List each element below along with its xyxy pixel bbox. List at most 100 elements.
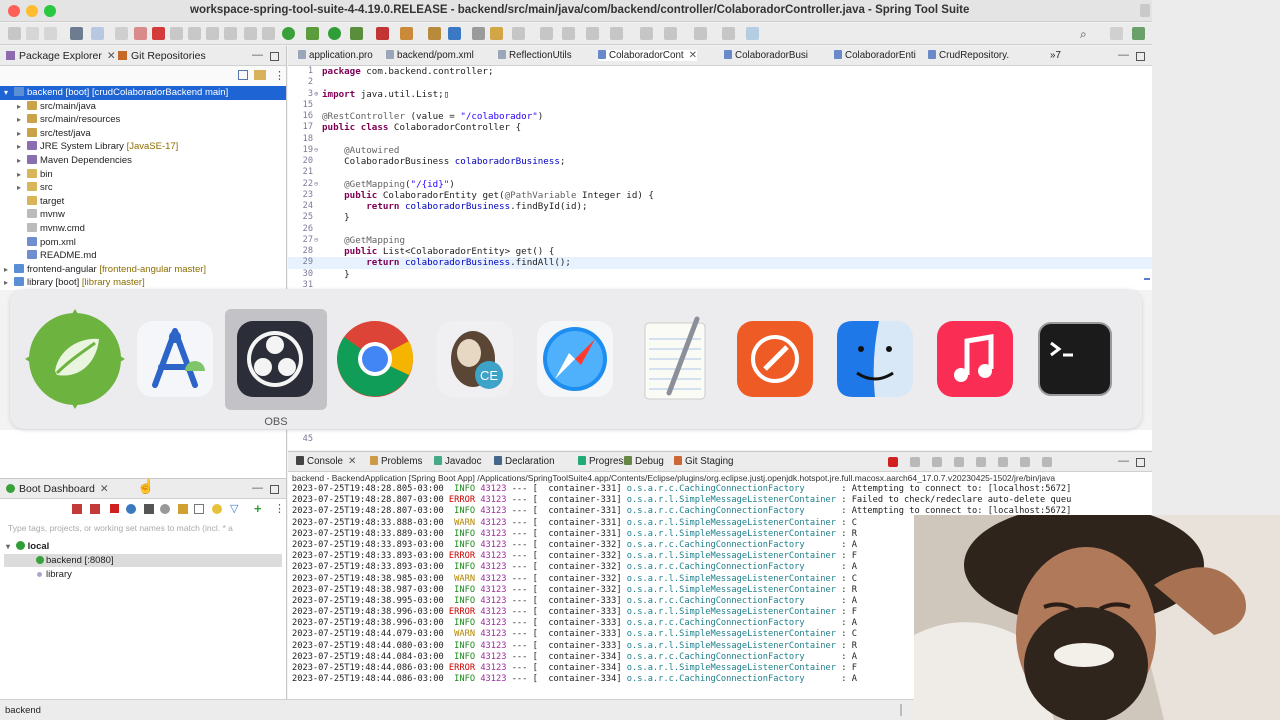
- maximize-view-icon[interactable]: [270, 485, 279, 494]
- restart-debug-icon[interactable]: [90, 504, 100, 514]
- close-icon[interactable]: ✕: [107, 50, 116, 62]
- tab-boot-dashboard[interactable]: Boot Dashboard ✕: [6, 483, 109, 495]
- history-icon[interactable]: [640, 27, 653, 40]
- refresh-icon[interactable]: [160, 504, 170, 514]
- chevron-right-icon[interactable]: ▸: [17, 140, 27, 154]
- step-return-icon[interactable]: [224, 27, 237, 40]
- editor-tab[interactable]: CrudRepository.: [928, 50, 1009, 61]
- android-studio-icon[interactable]: [125, 309, 225, 409]
- back-icon[interactable]: [664, 27, 677, 40]
- chevron-right-icon[interactable]: ▸: [17, 100, 27, 114]
- fold-toggle-icon[interactable]: ⊕: [314, 89, 318, 100]
- terminate-icon[interactable]: [152, 27, 165, 40]
- terminal-icon[interactable]: [1025, 309, 1125, 409]
- close-icon[interactable]: ✕: [100, 483, 109, 495]
- code-editor[interactable]: 1 package com.backend.controller; 2 3 ⊕ impor…: [288, 66, 1152, 291]
- spring-perspective-icon[interactable]: [1132, 27, 1145, 40]
- tree-item[interactable]: mvnw.cmd: [0, 222, 286, 236]
- editor-tab[interactable]: ReflectionUtils: [498, 50, 572, 61]
- minimize-view-icon[interactable]: —: [1118, 49, 1129, 61]
- console-tab[interactable]: Progress: [578, 456, 628, 467]
- open-perspective-icon[interactable]: [746, 27, 759, 40]
- external-tools-icon[interactable]: [350, 27, 363, 40]
- tab-package-explorer[interactable]: Package Explorer ✕: [6, 50, 116, 62]
- disconnect-icon[interactable]: [170, 27, 183, 40]
- pin-editor-icon[interactable]: [562, 27, 575, 40]
- new-package-icon[interactable]: [428, 27, 441, 40]
- minimize-view-icon[interactable]: —: [252, 49, 263, 61]
- step-into-icon[interactable]: [188, 27, 201, 40]
- clear-console-icon[interactable]: [932, 457, 942, 467]
- last-edit-icon[interactable]: [540, 27, 553, 40]
- add-icon[interactable]: +: [254, 501, 262, 516]
- link-with-editor-icon[interactable]: [254, 70, 266, 80]
- open-console-icon[interactable]: [144, 504, 154, 514]
- chevron-right-icon[interactable]: ▸: [17, 154, 27, 168]
- editor-tab[interactable]: backend/pom.xml: [386, 50, 474, 61]
- toggle-mark-icon[interactable]: [512, 27, 525, 40]
- open-type-icon[interactable]: [472, 27, 485, 40]
- minimize-view-icon[interactable]: —: [252, 482, 263, 494]
- chevron-down-icon[interactable]: ▾: [6, 542, 10, 551]
- spring-boot-icon[interactable]: [282, 27, 295, 40]
- tab-git-repositories[interactable]: Git Repositories: [118, 50, 206, 62]
- close-window-button[interactable]: [8, 5, 20, 17]
- tree-item[interactable]: ▾ backend [boot] [crudColaboradorBackend …: [0, 86, 286, 100]
- skip-breakpoints-icon[interactable]: [91, 27, 104, 40]
- chevron-right-icon[interactable]: ▸: [17, 168, 27, 182]
- forward-icon[interactable]: [694, 27, 707, 40]
- textedit-icon[interactable]: [625, 309, 725, 409]
- editor-tab[interactable]: ColaboradorBusi: [724, 50, 808, 61]
- new-icon[interactable]: [8, 27, 21, 40]
- display-console-icon[interactable]: [1020, 457, 1030, 467]
- chevron-right-icon[interactable]: ▸: [4, 276, 14, 290]
- chevron-down-icon[interactable]: ▾: [4, 86, 14, 100]
- terminate-icon[interactable]: [888, 457, 898, 467]
- search-tool-icon[interactable]: [490, 27, 503, 40]
- view-menu-icon[interactable]: ⋮: [274, 502, 285, 515]
- java-perspective-icon[interactable]: [1110, 27, 1123, 40]
- stop-icon[interactable]: [110, 504, 119, 513]
- suspend-icon[interactable]: [134, 27, 147, 40]
- stop-icon[interactable]: [376, 27, 389, 40]
- resume-icon[interactable]: [115, 27, 128, 40]
- obs-icon[interactable]: [225, 309, 325, 409]
- fold-toggle-icon[interactable]: ⊖: [314, 179, 318, 190]
- spring-tool-suite-icon[interactable]: [25, 309, 125, 409]
- tree-item[interactable]: README.md: [0, 249, 286, 263]
- tree-item[interactable]: ▸ src/main/java: [0, 100, 286, 114]
- fold-toggle-icon[interactable]: ⊖: [314, 235, 318, 246]
- open-browser-icon[interactable]: [126, 504, 136, 514]
- edit-icon[interactable]: [178, 504, 188, 514]
- scroll-lock-icon[interactable]: [954, 457, 964, 467]
- safari-icon[interactable]: [525, 309, 625, 409]
- save-icon[interactable]: [26, 27, 39, 40]
- tree-item[interactable]: pom.xml: [0, 236, 286, 250]
- previous-annotation-icon[interactable]: [610, 27, 623, 40]
- run-icon[interactable]: [328, 27, 341, 40]
- new-java-project-icon[interactable]: [400, 27, 413, 40]
- maximize-view-icon[interactable]: [1136, 458, 1145, 467]
- tree-item[interactable]: ▸ JRE System Library [JavaSE-17]: [0, 140, 286, 154]
- console-tab[interactable]: Javadoc: [434, 456, 482, 467]
- fold-toggle-icon[interactable]: ⊖: [314, 145, 318, 156]
- close-icon[interactable]: ✕: [348, 456, 356, 467]
- editor-tab[interactable]: »7: [1050, 50, 1061, 61]
- editor-tab[interactable]: application.pro: [298, 50, 373, 61]
- music-icon[interactable]: [925, 309, 1025, 409]
- console-tab[interactable]: Debug: [624, 456, 664, 467]
- debug-icon[interactable]: [306, 27, 319, 40]
- use-step-filters-icon[interactable]: [262, 27, 275, 40]
- save-all-icon[interactable]: [44, 27, 57, 40]
- boot-group-local[interactable]: ▾ local: [6, 541, 49, 552]
- word-wrap-icon[interactable]: [976, 457, 986, 467]
- pin-console-icon[interactable]: [998, 457, 1008, 467]
- chevron-right-icon[interactable]: ▸: [17, 127, 27, 141]
- boot-item-backend[interactable]: backend [:8080]: [4, 554, 282, 567]
- maximize-view-icon[interactable]: [270, 52, 279, 61]
- postman-icon[interactable]: [725, 309, 825, 409]
- chevron-right-icon[interactable]: ▸: [17, 113, 27, 127]
- console-tab[interactable]: Declaration: [494, 456, 555, 467]
- lightbulb-icon[interactable]: [212, 504, 222, 514]
- tree-item[interactable]: ▸ Maven Dependencies: [0, 154, 286, 168]
